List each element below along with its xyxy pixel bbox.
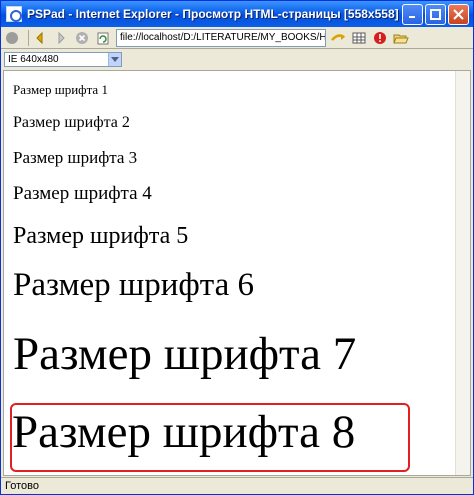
go-icon[interactable] — [330, 30, 346, 46]
toolbar: file://localhost/D:/LITERATURE/MY_BOOKS/… — [1, 27, 473, 49]
open-folder-icon[interactable] — [393, 30, 409, 46]
address-field[interactable]: file://localhost/D:/LITERATURE/MY_BOOKS/… — [116, 28, 326, 47]
table-icon[interactable] — [351, 30, 367, 46]
window-controls — [402, 4, 469, 25]
back-icon[interactable] — [32, 30, 48, 46]
preview-size-select[interactable]: IE 640x480 — [4, 52, 122, 67]
refresh-icon[interactable] — [95, 30, 111, 46]
page-viewport: Размер шрифта 1 Размер шрифта 2 Размер ш… — [3, 70, 471, 476]
font-size-line-1: Размер шрифта 1 — [13, 82, 108, 97]
minimize-button[interactable] — [402, 4, 423, 25]
font-size-line-2: Размер шрифта 2 — [13, 114, 130, 131]
font-size-line-5: Размер шрифта 5 — [13, 223, 189, 249]
browser-window: PSPad - Internet Explorer - Просмотр HTM… — [0, 0, 474, 495]
minimize-icon — [409, 16, 415, 18]
preview-size-value: IE 640x480 — [8, 54, 59, 65]
font-size-line-7: Размер шрифта 7 — [13, 328, 357, 380]
font-size-line-3: Размер шрифта 3 — [13, 148, 138, 167]
close-icon — [453, 9, 464, 20]
title-bar[interactable]: PSPad - Internet Explorer - Просмотр HTM… — [1, 1, 473, 27]
close-button[interactable] — [448, 4, 469, 25]
window-title: PSPad - Internet Explorer - Просмотр HTM… — [27, 7, 399, 21]
status-text: Готово — [5, 480, 39, 492]
forward-icon[interactable] — [53, 30, 69, 46]
font-size-line-4: Размер шрифта 4 — [13, 183, 152, 204]
font-size-line-8: Размер шрифта 8 — [12, 406, 356, 458]
stop-icon[interactable] — [74, 30, 90, 46]
status-bar: Готово — [1, 477, 473, 494]
maximize-button[interactable] — [425, 4, 446, 25]
font-size-line-6: Размер шрифта 6 — [13, 267, 255, 303]
stop-grey-icon[interactable] — [4, 30, 20, 46]
error-icon[interactable] — [372, 30, 388, 46]
toolbar-separator — [28, 29, 29, 46]
size-select-row: IE 640x480 — [1, 50, 473, 69]
vertical-scrollbar[interactable] — [455, 71, 470, 475]
chevron-down-icon[interactable] — [108, 53, 121, 66]
app-icon — [6, 6, 22, 22]
maximize-icon — [430, 9, 441, 20]
